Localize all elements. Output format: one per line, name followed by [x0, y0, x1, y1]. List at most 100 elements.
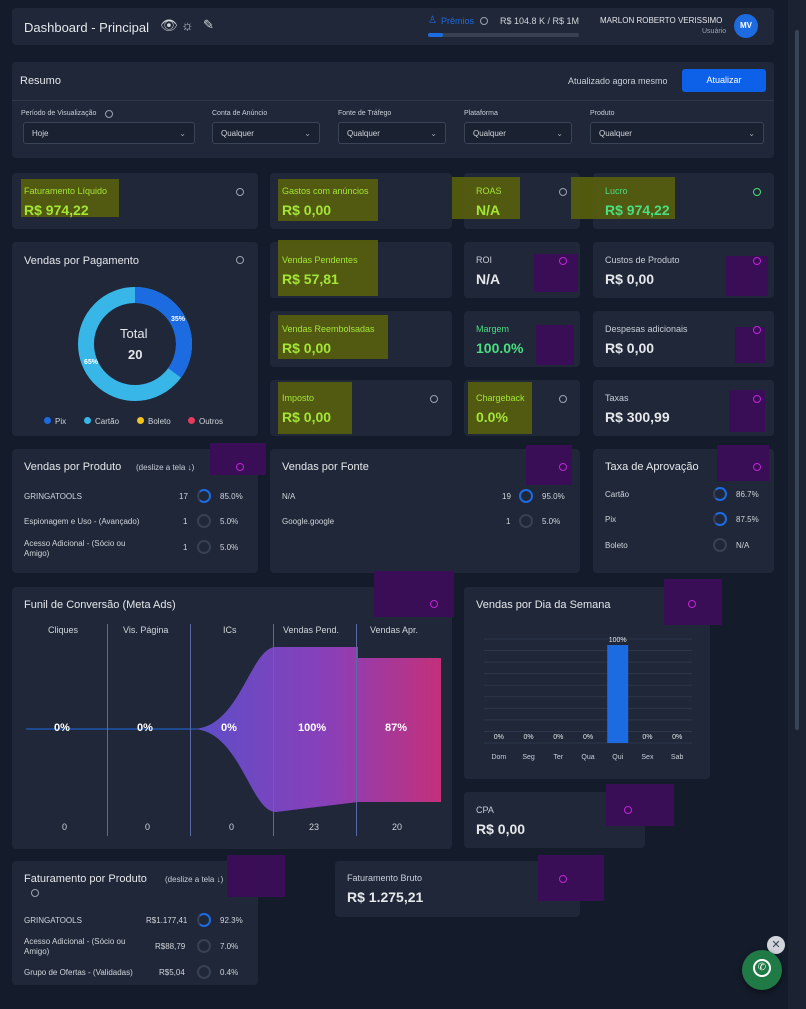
scrollbar-thumb[interactable]	[795, 30, 799, 730]
product-pct: 5.0%	[220, 543, 239, 552]
list-item[interactable]: Google.google 1 5.0%	[270, 514, 580, 530]
metric-label: ROI	[476, 255, 493, 265]
metric-label: Vendas Reembolsadas	[282, 324, 375, 334]
metric-value: R$ 0,00	[282, 340, 332, 356]
list-item[interactable]: Acesso Adicional - (Sócio ou Amigo) 1 5.…	[12, 539, 258, 563]
card-vendas-dia-semana: Vendas por Dia da Semana 0% Dom 0% Seg 0% Ter…	[464, 579, 722, 779]
funnel-divider	[190, 624, 191, 836]
filter-account-select[interactable]: Qualquer ⌄	[212, 122, 320, 144]
metric-label: Gastos com anúncios	[282, 186, 369, 196]
info-icon[interactable]	[430, 395, 438, 403]
metric-label: Taxas	[605, 393, 629, 403]
method-name: Boleto	[605, 541, 628, 550]
product-qty: 1	[183, 517, 188, 526]
info-icon[interactable]	[559, 257, 567, 265]
prizes-label[interactable]: Prêmios	[441, 16, 474, 26]
edit-icon[interactable]: ✎	[203, 17, 214, 33]
filter-product-select[interactable]: Qualquer ⌄	[590, 122, 764, 144]
donut-total-value: 20	[128, 347, 143, 362]
method-name: Cartão	[605, 490, 630, 499]
progress-ring	[713, 538, 727, 552]
funnel-stage-label: Vis. Página	[123, 625, 169, 635]
info-icon[interactable]	[236, 463, 244, 471]
card-cpa: CPA R$ 0,00	[464, 784, 674, 848]
panel-title: Funil de Conversão (Meta Ads)	[24, 599, 176, 611]
avatar[interactable]: MV	[734, 14, 758, 38]
progress-ring	[713, 487, 727, 501]
info-icon[interactable]	[105, 110, 113, 118]
source-qty: 19	[502, 492, 511, 501]
prize-progress-text: R$ 104.8 K / R$ 1M	[500, 16, 580, 26]
list-item[interactable]: GRINGATOOLS 17 85.0%	[12, 489, 258, 505]
info-icon[interactable]	[753, 257, 761, 265]
card-roas: ROAS N/A	[452, 173, 580, 229]
donut-total-label: Total	[120, 326, 148, 341]
info-icon[interactable]	[31, 889, 39, 897]
whatsapp-button[interactable]: ✆	[742, 950, 782, 990]
donut-pix-pct: 35%	[171, 316, 186, 323]
update-button[interactable]: Atualizar	[682, 69, 766, 92]
metric-value: 0.0%	[476, 409, 508, 425]
metric-value: R$ 0,00	[282, 202, 332, 218]
info-icon[interactable]	[236, 188, 244, 196]
info-icon[interactable]	[753, 395, 761, 403]
scroll-hint: (deslize a tela ↓)	[136, 463, 195, 472]
info-icon[interactable]	[559, 463, 567, 471]
list-item[interactable]: GRINGATOOLS R$1.177,41 92.3%	[12, 913, 258, 929]
funnel-stage-label: Vendas Pend.	[283, 625, 340, 635]
list-item[interactable]: Espionagem e Uso - (Avançado) 1 5.0%	[12, 514, 258, 530]
metric-label: Imposto	[282, 393, 315, 403]
filter-period-label: Período de Visualização	[21, 110, 97, 117]
dashboard-page: Dashboard - Principal 👁 ☼ ✎ ♙ Prêmios R$…	[0, 0, 806, 1009]
chevron-down-icon: ⌄	[179, 129, 186, 138]
metric-value: R$ 974,22	[605, 202, 670, 218]
metric-label: Lucro	[605, 186, 628, 196]
info-icon[interactable]	[753, 326, 761, 334]
eye-icon[interactable]: 👁	[160, 17, 178, 34]
info-icon[interactable]	[480, 17, 488, 25]
legend-pix: Pix	[44, 417, 66, 426]
list-item[interactable]: Grupo de Ofertas - (Validadas) R$5,04 0.…	[12, 965, 258, 981]
funnel-stage-label: Cliques	[48, 625, 79, 635]
info-icon[interactable]	[753, 188, 761, 196]
metric-value: N/A	[476, 271, 501, 287]
info-icon[interactable]	[753, 463, 761, 471]
funnel-stage-count: 20	[392, 822, 403, 832]
card-faturamento-produto: Faturamento por Produto (deslize a tela …	[12, 855, 285, 985]
info-icon[interactable]	[430, 600, 438, 608]
updated-text: Atualizado agora mesmo	[568, 76, 668, 86]
whatsapp-icon: ✆	[753, 959, 771, 977]
metric-value: 100.0%	[476, 340, 524, 356]
weekday-bar-chart: 0% Dom 0% Seg 0% Ter 0% Qua 100% Qui 0% Sex 0% Sab	[484, 637, 692, 761]
donut-cartao-pct: 65%	[84, 359, 99, 366]
sun-icon[interactable]: ☼	[181, 17, 194, 33]
info-icon[interactable]	[624, 806, 632, 814]
list-item[interactable]: N/A 19 95.0%	[270, 489, 580, 505]
filter-source-select[interactable]: Qualquer ⌄	[338, 122, 446, 144]
prize-progress-bar	[428, 33, 579, 37]
filter-period-select[interactable]: Hoje ⌄	[23, 122, 195, 144]
filter-platform-select[interactable]: Qualquer ⌄	[464, 122, 572, 144]
funnel-stage-pct: 100%	[298, 722, 327, 734]
product-pct: 5.0%	[220, 517, 239, 526]
card-despesas: Despesas adicionais R$ 0,00	[593, 311, 774, 367]
info-icon[interactable]	[559, 875, 567, 883]
metric-value: R$ 57,81	[282, 271, 339, 287]
metric-label: Margem	[476, 324, 510, 334]
list-item[interactable]: Acesso Adicional - (Sócio ou Amigo) R$88…	[12, 937, 258, 959]
metric-value: R$ 0,00	[605, 340, 655, 356]
resumo-panel: Resumo Atualizado agora mesmo Atualizar …	[12, 62, 774, 158]
card-custos-produto: Custos de Produto R$ 0,00	[593, 242, 774, 298]
funnel-stage-count: 23	[309, 822, 320, 832]
funnel-stage-pct: 87%	[385, 722, 408, 734]
x-tick-label: Ter	[553, 754, 563, 761]
chevron-down-icon: ⌄	[748, 129, 755, 138]
metric-label: ROAS	[476, 186, 502, 196]
metric-value: R$ 0,00	[282, 409, 332, 425]
panel-title: Vendas por Fonte	[282, 461, 369, 473]
scroll-hint: (deslize a tela ↓)	[165, 875, 224, 884]
info-icon[interactable]	[559, 188, 567, 196]
funnel-divider	[273, 624, 274, 836]
info-icon[interactable]	[559, 395, 567, 403]
product-name: Grupo de Ofertas - (Validadas)	[24, 968, 133, 977]
